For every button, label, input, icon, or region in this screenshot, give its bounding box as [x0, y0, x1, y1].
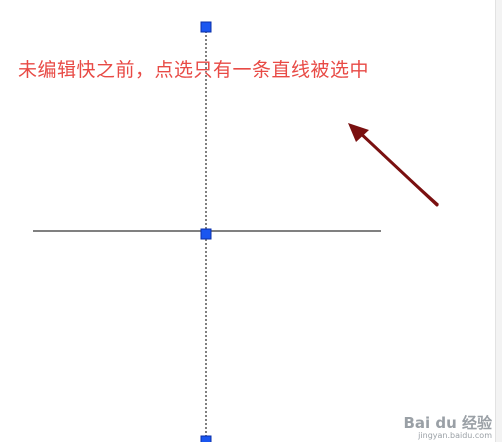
annotation-arrow-icon — [348, 123, 439, 207]
grip-midpoint[interactable] — [200, 228, 212, 240]
scrollbar-edge[interactable] — [495, 0, 502, 442]
watermark: Bai du 经验 jingyan.baidu.com — [403, 415, 492, 440]
grip-top[interactable] — [200, 21, 212, 33]
watermark-url: jingyan.baidu.com — [418, 431, 492, 440]
annotation-text: 未编辑快之前，点选只有一条直线被选中 — [18, 59, 370, 81]
drawing-canvas[interactable]: 未编辑快之前，点选只有一条直线被选中 Bai du 经验 jingyan.bai… — [0, 0, 502, 442]
watermark-logo: Bai du 经验 — [403, 414, 492, 432]
grip-bottom[interactable] — [200, 435, 212, 442]
